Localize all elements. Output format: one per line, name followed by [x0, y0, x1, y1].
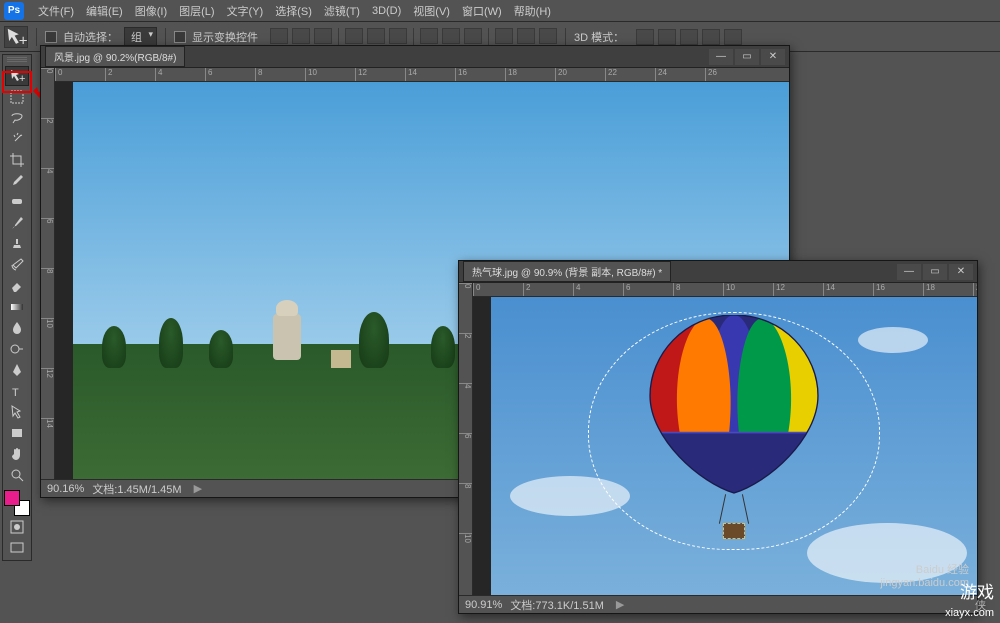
pen-tool[interactable]: [5, 360, 29, 380]
3d-mode-icon[interactable]: [702, 29, 720, 45]
zoom-tool[interactable]: [5, 465, 29, 485]
ruler-horizontal[interactable]: 02468101214161820222426: [55, 68, 789, 82]
menu-select[interactable]: 选择(S): [269, 3, 318, 19]
distribute-icon[interactable]: [517, 28, 535, 44]
distribute-icon[interactable]: [495, 28, 513, 44]
align-group: [270, 28, 557, 46]
clone-stamp-tool[interactable]: [5, 234, 29, 254]
maximize-button[interactable]: ▭: [923, 264, 947, 280]
type-tool[interactable]: T: [5, 381, 29, 401]
auto-select-dropdown[interactable]: 组: [124, 27, 157, 47]
align-icon[interactable]: [345, 28, 363, 44]
document-tab[interactable]: 热气球.jpg @ 90.9% (背景 副本, RGB/8#) *: [463, 261, 671, 282]
3d-mode-label: 3D 模式：: [574, 29, 624, 45]
color-swatches[interactable]: [4, 490, 30, 516]
align-icon[interactable]: [292, 28, 310, 44]
canvas[interactable]: Baidu 经验 jingyan.baidu.com: [473, 297, 977, 595]
path-select-tool[interactable]: [5, 402, 29, 422]
crop-tool[interactable]: [5, 150, 29, 170]
menu-3d[interactable]: 3D(D): [366, 5, 407, 17]
svg-text:+: +: [19, 73, 25, 84]
auto-select-label: 自动选择：: [63, 29, 118, 45]
3d-mode-icon[interactable]: [724, 29, 742, 45]
minimize-button[interactable]: —: [709, 49, 733, 65]
menu-help[interactable]: 帮助(H): [508, 3, 557, 19]
status-bar: 90.91% 文档:773.1K/1.51M ▶: [459, 595, 977, 613]
titlebar[interactable]: 风景.jpg @ 90.2%(RGB/8#) — ▭ ✕: [41, 46, 789, 68]
svg-text:T: T: [12, 387, 19, 399]
ruler-vertical[interactable]: 02468101214: [41, 68, 55, 479]
screenmode-tool[interactable]: [5, 538, 29, 558]
eyedropper-tool[interactable]: [5, 171, 29, 191]
active-tool-icon[interactable]: +: [4, 26, 28, 48]
blur-tool[interactable]: [5, 318, 29, 338]
magic-wand-tool[interactable]: [5, 129, 29, 149]
zoom-level[interactable]: 90.16%: [47, 483, 84, 495]
doc-size[interactable]: 文档:773.1K/1.51M: [510, 597, 604, 613]
panel-grip[interactable]: [7, 57, 27, 63]
doc-size[interactable]: 文档:1.45M/1.45M: [92, 481, 181, 497]
3d-mode-icon[interactable]: [658, 29, 676, 45]
menu-filter[interactable]: 滤镜(T): [318, 3, 366, 19]
history-brush-tool[interactable]: [5, 255, 29, 275]
marquee-tool[interactable]: [5, 87, 29, 107]
app-logo: Ps: [4, 2, 24, 20]
align-icon[interactable]: [270, 28, 288, 44]
distribute-icon[interactable]: [420, 28, 438, 44]
ruler-horizontal[interactable]: 0246810121416182022: [473, 283, 977, 297]
dodge-tool[interactable]: [5, 339, 29, 359]
rectangle-tool[interactable]: [5, 423, 29, 443]
titlebar[interactable]: 热气球.jpg @ 90.9% (背景 副本, RGB/8#) * — ▭ ✕: [459, 261, 977, 283]
balloon-basket: [723, 523, 745, 539]
menu-view[interactable]: 视图(V): [407, 3, 456, 19]
quickmask-tool[interactable]: [5, 517, 29, 537]
auto-select-checkbox[interactable]: [45, 31, 57, 43]
menu-image[interactable]: 图像(I): [129, 3, 173, 19]
lasso-tool[interactable]: [5, 108, 29, 128]
menu-file[interactable]: 文件(F): [32, 3, 80, 19]
maximize-button[interactable]: ▭: [735, 49, 759, 65]
3d-mode-icon[interactable]: [636, 29, 654, 45]
brush-tool[interactable]: [5, 213, 29, 233]
menu-layer[interactable]: 图层(L): [173, 3, 220, 19]
menu-type[interactable]: 文字(Y): [221, 3, 270, 19]
align-icon[interactable]: [367, 28, 385, 44]
menu-edit[interactable]: 编辑(E): [80, 3, 129, 19]
menu-window[interactable]: 窗口(W): [456, 3, 508, 19]
distribute-icon[interactable]: [442, 28, 460, 44]
status-menu-icon[interactable]: ▶: [194, 482, 202, 495]
balloon-image: [593, 315, 875, 500]
menubar: Ps 文件(F) 编辑(E) 图像(I) 图层(L) 文字(Y) 选择(S) 滤…: [0, 0, 1000, 22]
site-watermark: 侠 游戏 xiayx.com: [945, 578, 994, 619]
ruler-vertical[interactable]: 0246810: [459, 283, 473, 595]
minimize-button[interactable]: —: [897, 264, 921, 280]
3d-mode-icon[interactable]: [680, 29, 698, 45]
close-button[interactable]: ✕: [949, 264, 973, 280]
distribute-icon[interactable]: [464, 28, 482, 44]
show-transform-checkbox[interactable]: [174, 31, 186, 43]
close-button[interactable]: ✕: [761, 49, 785, 65]
align-icon[interactable]: [389, 28, 407, 44]
spot-heal-tool[interactable]: [5, 192, 29, 212]
show-transform-label: 显示变换控件: [192, 29, 258, 45]
move-tool[interactable]: +: [5, 66, 29, 86]
align-icon[interactable]: [314, 28, 332, 44]
gradient-tool[interactable]: [5, 297, 29, 317]
hand-tool[interactable]: [5, 444, 29, 464]
svg-text:+: +: [19, 32, 27, 48]
zoom-level[interactable]: 90.91%: [465, 599, 502, 611]
tools-panel: + T: [2, 54, 32, 561]
document-window-balloon: 热气球.jpg @ 90.9% (背景 副本, RGB/8#) * — ▭ ✕ …: [458, 260, 978, 614]
distribute-icon[interactable]: [539, 28, 557, 44]
document-tab[interactable]: 风景.jpg @ 90.2%(RGB/8#): [45, 46, 185, 67]
status-menu-icon[interactable]: ▶: [616, 598, 624, 611]
eraser-tool[interactable]: [5, 276, 29, 296]
